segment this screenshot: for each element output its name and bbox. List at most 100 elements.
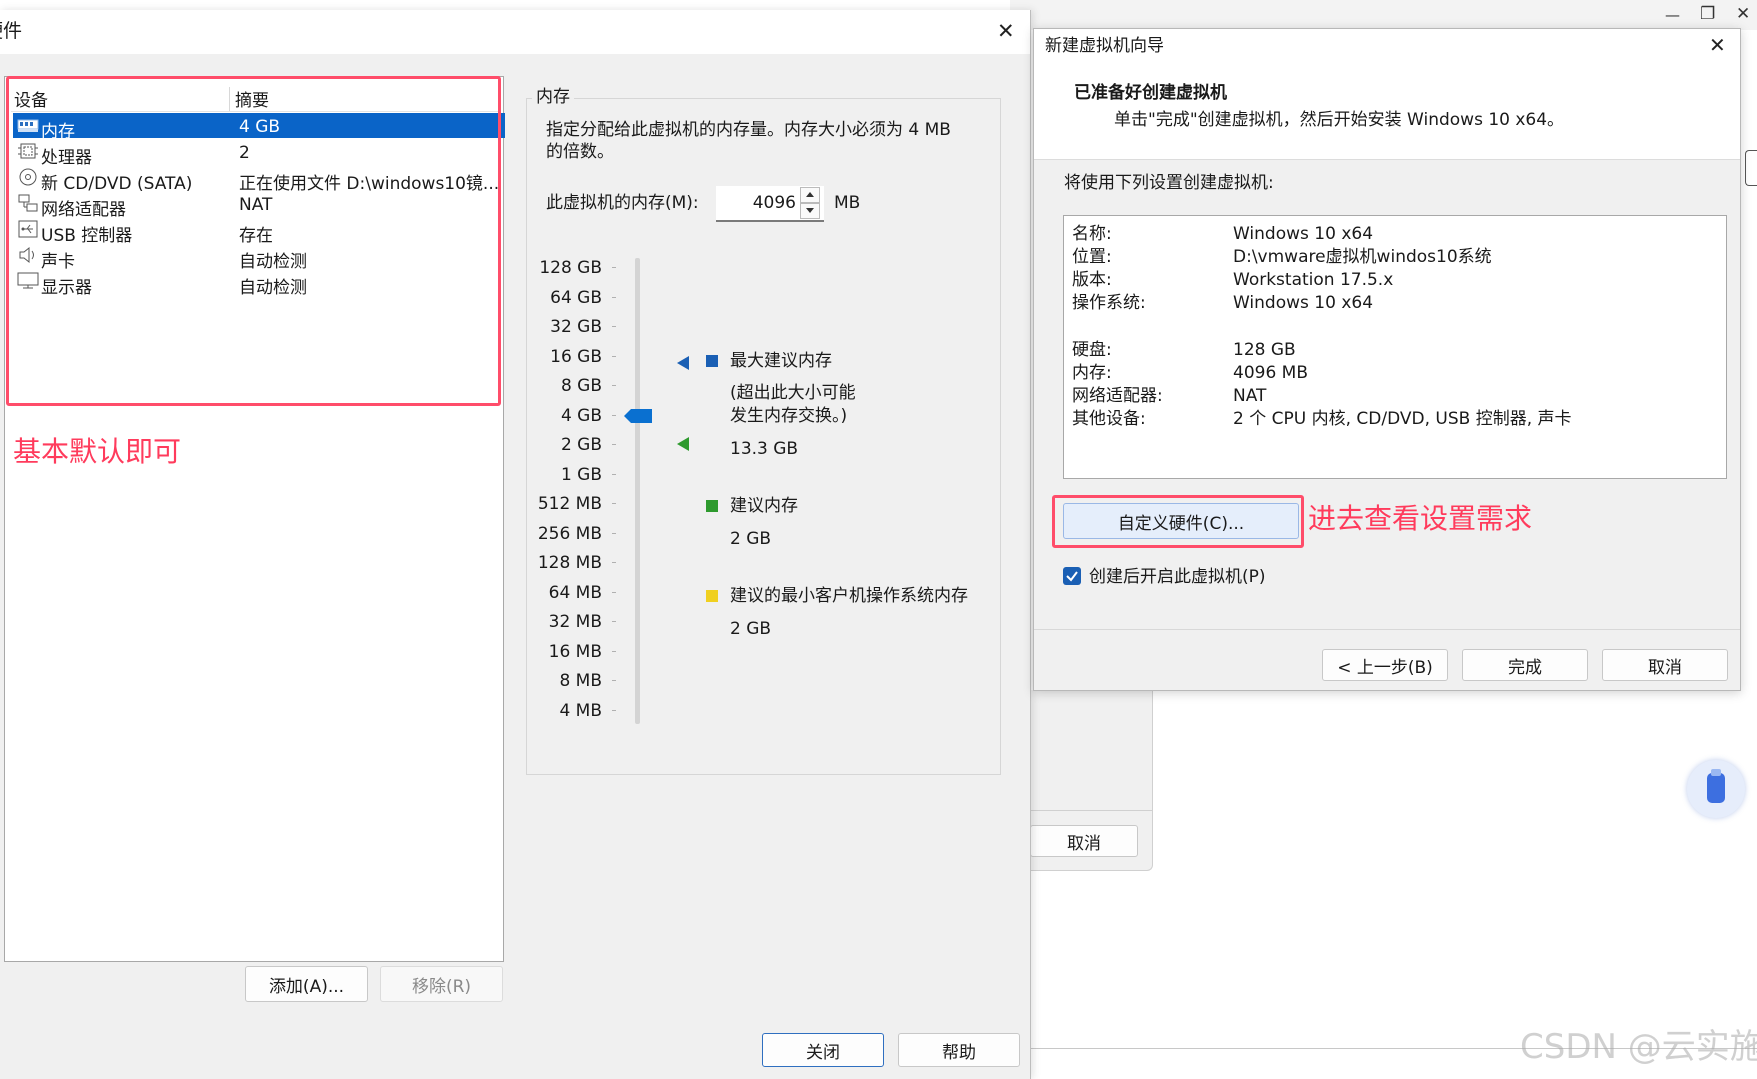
memory-description-line2: 的倍数。 [546, 142, 614, 162]
background-divider [1010, 810, 1152, 811]
window-close-button[interactable]: ✕ [1736, 6, 1750, 23]
memory-scale-tick [612, 444, 616, 445]
settings-summary-box: 名称: Windows 10 x64 位置: D:\vmware虚拟机windos10… [1063, 215, 1727, 479]
memory-scale-tick [612, 621, 616, 622]
slider-thumb-shape [624, 408, 652, 423]
memory-scale-label: 128 GB [539, 258, 602, 278]
setting-key: 操作系统: [1072, 293, 1146, 313]
cancel-button[interactable]: 取消 [1602, 649, 1728, 681]
background-titlebar [1010, 0, 1757, 30]
spin-up-icon [806, 192, 814, 197]
floating-assistant-icon[interactable] [1687, 760, 1745, 818]
wizard-subheading: 单击"完成"创建虚拟机，然后开始安装 Windows 10 x64。 [1114, 110, 1565, 130]
autostart-checkbox[interactable] [1063, 567, 1081, 585]
setting-key: 版本: [1072, 270, 1112, 290]
memory-scale-tick [612, 562, 616, 563]
close-button[interactable]: 关闭 [762, 1033, 884, 1067]
min-guest-swatch [706, 590, 718, 602]
setting-value: 4096 MB [1233, 363, 1308, 383]
hardware-titlebar [0, 10, 1030, 54]
setting-key: 网络适配器: [1072, 386, 1163, 406]
memory-scale-tick [612, 473, 616, 475]
memory-scale: 128 GB 64 GB 32 GB 16 GB 8 GB 4 GB 2 GB 1 GB 512… [530, 258, 620, 730]
memory-description-line1: 指定分配给此虚拟机的内存量。内存大小必须为 4 MB [546, 120, 951, 140]
annotation-text-customize: 进去查看设置需求 [1308, 502, 1533, 535]
max-recommended-note-line2: 发生内存交换。) [730, 406, 848, 426]
max-recommended-swatch [706, 355, 718, 367]
recommended-marker-arrow [677, 437, 689, 451]
setting-key: 内存: [1072, 363, 1112, 383]
hardware-close-button[interactable]: ✕ [997, 21, 1015, 42]
wizard-footer-divider [1034, 629, 1740, 630]
memory-scale-label: 1 GB [560, 464, 602, 485]
memory-scale-label: 64 MB [548, 582, 602, 603]
memory-scale-label: 16 MB [548, 641, 602, 662]
checkmark-icon [1066, 571, 1078, 582]
memory-scale-tick [612, 296, 616, 298]
memory-group-title: 内存 [532, 89, 574, 106]
wizard-title: 新建虚拟机向导 [1045, 36, 1164, 56]
memory-slider-thumb[interactable] [624, 408, 652, 423]
hardware-dialog: 硬件 ✕ 设备 摘要 内存 4 GB 处理器 2 新 CD/DVD (SATA)… [0, 10, 1031, 1079]
memory-scale-label: 32 GB [550, 317, 602, 337]
memory-scale-tick [612, 414, 616, 416]
usb-stick-cap [1711, 769, 1721, 776]
setting-value: D:\vmware虚拟机windos10系统 [1233, 247, 1492, 267]
memory-scale-tick [612, 267, 616, 268]
setting-key: 其他设备: [1072, 409, 1146, 429]
memory-scale-label: 256 MB [537, 523, 602, 544]
max-recommended-marker [677, 356, 689, 371]
memory-scale-label: 8 GB [560, 376, 602, 396]
memory-field-label: 此虚拟机的内存(M): [546, 193, 699, 213]
spin-down-icon [806, 208, 814, 213]
memory-scale-tick [612, 326, 616, 327]
setting-value: NAT [1233, 386, 1267, 406]
hardware-dialog-title: 硬件 [0, 20, 23, 42]
memory-scale-tick [612, 385, 616, 386]
setting-value: 2 个 CPU 内核, CD/DVD, USB 控制器, 声卡 [1233, 409, 1572, 429]
setting-value: Windows 10 x64 [1233, 224, 1374, 244]
setting-key: 名称: [1072, 224, 1112, 244]
memory-scale-label: 8 MB [559, 671, 602, 691]
setting-key: 硬盘: [1072, 340, 1112, 360]
wizard-close-button[interactable]: ✕ [1709, 35, 1726, 55]
setting-value: Windows 10 x64 [1233, 293, 1374, 313]
setting-value: 128 GB [1233, 340, 1296, 360]
max-recommended-label: 最大建议内存 [730, 351, 832, 371]
add-device-button[interactable]: 添加(A)... [245, 966, 368, 1002]
memory-scale-label: 16 GB [550, 346, 602, 367]
memory-slider-track[interactable] [635, 258, 640, 724]
memory-scale-label: 32 MB [548, 612, 602, 632]
recommended-swatch [706, 500, 718, 512]
memory-unit-label: MB [834, 193, 861, 213]
annotation-box-customize [1052, 495, 1304, 548]
wizard-heading: 已准备好创建虚拟机 [1074, 83, 1227, 103]
usb-stick-icon [1707, 773, 1725, 803]
memory-scale-label: 128 MB [537, 553, 602, 573]
memory-value-input[interactable]: 4096 [753, 195, 796, 212]
memory-spin-down-button[interactable] [800, 203, 820, 219]
memory-scale-label: 512 MB [537, 494, 602, 514]
back-button[interactable]: < 上一步(B) [1322, 649, 1448, 681]
min-guest-label: 建议的最小客户机操作系统内存 [730, 586, 968, 606]
memory-scale-label: 4 GB [560, 405, 602, 426]
watermark: CSDN @云实施 [1520, 1027, 1757, 1067]
help-button[interactable]: 帮助 [898, 1033, 1020, 1067]
memory-scale-label: 2 GB [560, 435, 602, 455]
setting-key: 位置: [1072, 247, 1112, 267]
restore-button[interactable]: ❐ [1700, 6, 1715, 23]
annotation-text-default: 基本默认即可 [13, 435, 182, 468]
autostart-label: 创建后开启此虚拟机(P) [1089, 567, 1266, 587]
memory-scale-tick [612, 591, 616, 593]
setting-value: Workstation 17.5.x [1233, 270, 1394, 290]
minimize-button[interactable]: — [1665, 8, 1680, 23]
background-cancel-button[interactable]: 取消 [1030, 825, 1138, 857]
settings-section-label: 将使用下列设置创建虚拟机: [1064, 173, 1274, 193]
finish-button[interactable]: 完成 [1462, 649, 1588, 681]
recommended-value: 2 GB [730, 529, 772, 549]
memory-scale-tick [612, 650, 616, 652]
memory-spin-up-button[interactable] [800, 187, 820, 203]
memory-spinbox[interactable]: 4096 [716, 186, 824, 222]
min-guest-value: 2 GB [730, 619, 772, 639]
remove-device-button[interactable]: 移除(R) [380, 966, 503, 1002]
